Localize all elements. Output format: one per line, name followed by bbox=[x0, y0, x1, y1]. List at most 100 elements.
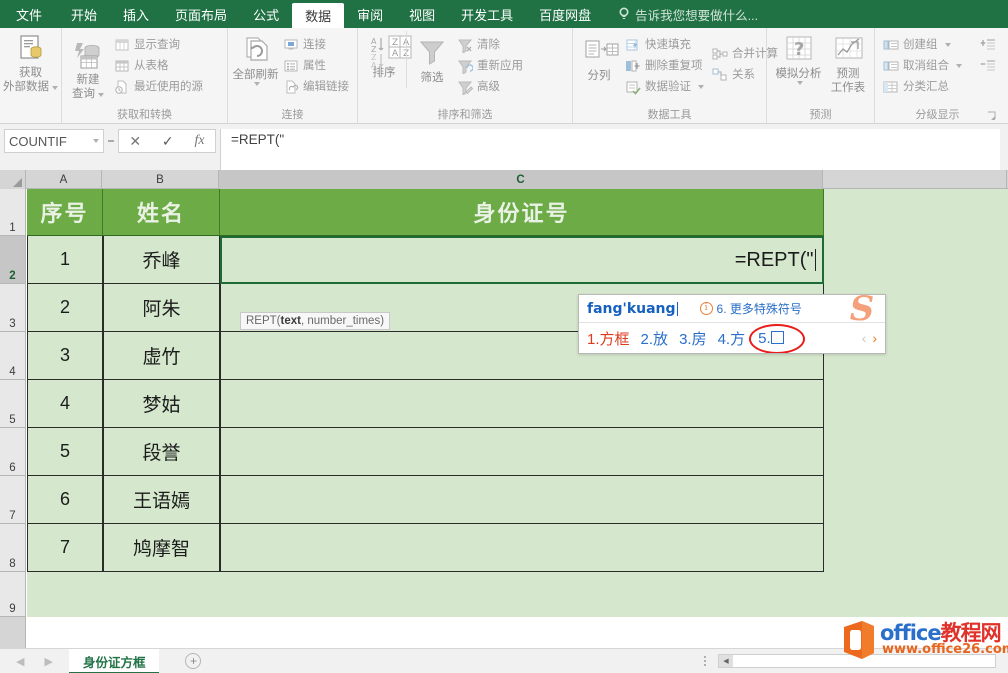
row-header-6[interactable]: 6 bbox=[0, 428, 25, 476]
name-box[interactable]: COUNTIF bbox=[4, 129, 104, 153]
cell-b1[interactable]: 姓名 bbox=[103, 189, 220, 236]
cell-b6[interactable]: 段誉 bbox=[103, 428, 220, 476]
forecast-sheet-button[interactable]: 预测 工作表 bbox=[826, 31, 870, 98]
text-to-columns-button[interactable]: 分列 bbox=[577, 31, 621, 86]
cell-a6[interactable]: 5 bbox=[27, 428, 103, 476]
ribbon-tab-view[interactable]: 视图 bbox=[396, 0, 448, 28]
advanced-filter-button[interactable]: 高级 bbox=[453, 76, 527, 97]
from-table-button[interactable]: 从表格 bbox=[110, 55, 207, 76]
properties-button[interactable]: 属性 bbox=[279, 55, 353, 76]
data-validation-button[interactable]: 数据验证 bbox=[621, 76, 708, 97]
scrollbar-grip[interactable] bbox=[704, 655, 706, 667]
prev-sheet-icon[interactable]: ◀ bbox=[16, 655, 24, 668]
cell-d9[interactable] bbox=[824, 572, 1008, 617]
cell-c2-active[interactable]: =REPT(" bbox=[220, 236, 824, 284]
ungroup-caret-icon[interactable] bbox=[956, 63, 962, 68]
row-header-7[interactable]: 7 bbox=[0, 476, 25, 524]
scroll-left-icon[interactable]: ◀ bbox=[719, 655, 733, 667]
row-header-8[interactable]: 8 bbox=[0, 524, 25, 572]
next-sheet-icon[interactable]: ▶ bbox=[44, 655, 52, 668]
cell-c5[interactable] bbox=[220, 380, 824, 428]
what-if-caret-icon[interactable] bbox=[796, 81, 803, 85]
subtotal-button[interactable]: 分类汇总 bbox=[879, 76, 966, 97]
cell-d2[interactable] bbox=[824, 236, 1008, 284]
cell-b8[interactable]: 鸠摩智 bbox=[103, 524, 220, 572]
row-header-1[interactable]: 1 bbox=[0, 189, 25, 236]
cell-d7[interactable] bbox=[824, 476, 1008, 524]
cell-a7[interactable]: 6 bbox=[27, 476, 103, 524]
formula-bar-grip[interactable] bbox=[104, 129, 118, 153]
ribbon-tab-data[interactable]: 数据 bbox=[292, 3, 345, 28]
insert-function-icon[interactable]: fx bbox=[194, 133, 204, 149]
ribbon-tab-page-layout[interactable]: 页面布局 bbox=[162, 0, 240, 28]
hide-detail-button[interactable] bbox=[976, 55, 1004, 76]
cell-c1[interactable]: 身份证号 bbox=[220, 189, 824, 236]
next-page-icon[interactable]: › bbox=[872, 330, 877, 346]
cell-c8[interactable] bbox=[220, 524, 824, 572]
cell-b5[interactable]: 梦姑 bbox=[103, 380, 220, 428]
edit-links-button[interactable]: 编辑链接 bbox=[279, 76, 353, 97]
row-header-2[interactable]: 2 bbox=[0, 236, 25, 284]
cell-d6[interactable] bbox=[824, 428, 1008, 476]
cell-d5[interactable] bbox=[824, 380, 1008, 428]
cell-c9[interactable] bbox=[220, 572, 824, 617]
ribbon-tab-developer[interactable]: 开发工具 bbox=[448, 0, 526, 28]
ribbon-tab-review[interactable]: 审阅 bbox=[344, 0, 396, 28]
sort-button[interactable]: A Z Z A A Z Z A 排序 bbox=[362, 31, 412, 83]
group-button[interactable]: 创建组 bbox=[879, 34, 966, 55]
remove-duplicates-button[interactable]: 删除重复项 bbox=[621, 55, 708, 76]
prev-page-icon[interactable]: ‹ bbox=[862, 330, 867, 346]
cell-a5[interactable]: 4 bbox=[27, 380, 103, 428]
show-queries-button[interactable]: 显示查询 bbox=[110, 34, 207, 55]
name-box-chevron-down-icon[interactable] bbox=[93, 139, 99, 143]
formula-input[interactable]: =REPT(" bbox=[220, 129, 1000, 170]
tell-me-box[interactable]: 告诉我您想要做什么... bbox=[618, 0, 758, 28]
get-external-data-button[interactable]: 获取 外部数据 bbox=[3, 31, 58, 97]
cancel-icon[interactable]: ✕ bbox=[129, 133, 141, 150]
outline-dialog-launcher-icon[interactable] bbox=[987, 111, 997, 121]
group-caret-icon[interactable] bbox=[944, 42, 951, 47]
cell-d1[interactable] bbox=[824, 189, 1008, 236]
connections-button[interactable]: 连接 bbox=[279, 34, 353, 55]
new-query-button[interactable]: 新建 查询 bbox=[66, 31, 110, 104]
ribbon-tab-insert[interactable]: 插入 bbox=[110, 0, 162, 28]
cell-a8[interactable]: 7 bbox=[27, 524, 103, 572]
ribbon-tab-formulas[interactable]: 公式 bbox=[240, 0, 292, 28]
cell-b7[interactable]: 王语嫣 bbox=[103, 476, 220, 524]
ime-candidate-4[interactable]: 4.方 bbox=[718, 328, 746, 349]
filter-button[interactable]: 筛选 bbox=[406, 31, 453, 88]
row-header-9[interactable]: 9 bbox=[0, 572, 25, 617]
cell-b4[interactable]: 虚竹 bbox=[103, 332, 220, 380]
recent-sources-button[interactable]: 最近使用的源 bbox=[110, 76, 207, 97]
flash-fill-button[interactable]: 快速填充 bbox=[621, 34, 708, 55]
column-header-c[interactable]: C bbox=[219, 170, 823, 189]
row-header-4[interactable]: 4 bbox=[0, 332, 25, 380]
refresh-all-button[interactable]: 全部刷新 bbox=[232, 31, 279, 89]
reapply-button[interactable]: 重新应用 bbox=[453, 55, 527, 76]
data-validation-caret-icon[interactable] bbox=[698, 84, 704, 89]
ime-candidate-1[interactable]: 1.方框 bbox=[587, 328, 630, 349]
clear-filter-button[interactable]: 清除 bbox=[453, 34, 527, 55]
cell-a9[interactable] bbox=[27, 572, 103, 617]
cell-d8[interactable] bbox=[824, 524, 1008, 572]
row-header-5[interactable]: 5 bbox=[0, 380, 25, 428]
cell-a2[interactable]: 1 bbox=[27, 236, 103, 284]
cell-b3[interactable]: 阿朱 bbox=[103, 284, 220, 332]
cell-b9[interactable] bbox=[103, 572, 220, 617]
ungroup-button[interactable]: 取消组合 bbox=[879, 55, 966, 76]
refresh-all-caret-icon[interactable] bbox=[254, 82, 260, 86]
sheet-tab-active[interactable]: 身份证方框 bbox=[68, 648, 160, 673]
add-sheet-icon[interactable]: + bbox=[185, 653, 202, 669]
ribbon-tab-file[interactable]: 文件 bbox=[0, 0, 58, 28]
what-if-analysis-button[interactable]: ? 模拟分析 bbox=[771, 31, 826, 88]
horizontal-scrollbar[interactable]: ◀ bbox=[718, 654, 996, 668]
ime-candidate-5[interactable]: 5. bbox=[749, 323, 806, 353]
cell-c7[interactable] bbox=[220, 476, 824, 524]
cell-a1[interactable]: 序号 bbox=[27, 189, 103, 236]
cell-a4[interactable]: 3 bbox=[27, 332, 103, 380]
column-header-b[interactable]: B bbox=[102, 170, 219, 189]
cell-a3[interactable]: 2 bbox=[27, 284, 103, 332]
column-header-d[interactable] bbox=[823, 170, 1007, 189]
ime-candidate-2[interactable]: 2.放 bbox=[641, 328, 669, 349]
enter-icon[interactable]: ✓ bbox=[162, 133, 174, 150]
